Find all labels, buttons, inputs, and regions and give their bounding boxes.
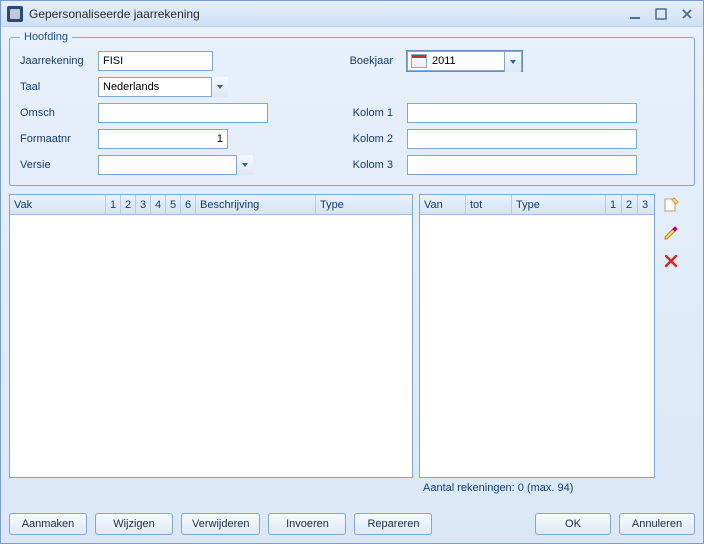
label-kolom2: Kolom 2 [353, 133, 399, 145]
formaatnr-input[interactable] [98, 129, 228, 149]
col-type[interactable]: Type [316, 195, 412, 214]
edit-icon[interactable] [662, 224, 680, 242]
col-5[interactable]: 5 [166, 195, 181, 214]
versie-combo[interactable] [98, 155, 253, 175]
omsch-input[interactable] [98, 103, 268, 123]
col-2[interactable]: 2 [121, 195, 136, 214]
label-kolom3: Kolom 3 [353, 159, 399, 171]
close-button[interactable] [679, 7, 695, 21]
jaarrekening-input[interactable] [98, 51, 213, 71]
col-van[interactable]: Van [420, 195, 466, 214]
kolom2-input[interactable] [407, 129, 637, 149]
label-jaarrekening: Jaarrekening [20, 55, 90, 67]
form-grid: Jaarrekening Boekjaar 2011 Taal [20, 51, 684, 175]
count-text: Aantal rekeningen: 0 (max. 94) [423, 482, 659, 494]
col-r1[interactable]: 1 [606, 195, 622, 214]
hoofding-group: Hoofding Jaarrekening Boekjaar 2011 Taal [9, 31, 695, 186]
label-omsch: Omsch [20, 107, 90, 119]
col-3[interactable]: 3 [136, 195, 151, 214]
col-r2[interactable]: 2 [622, 195, 638, 214]
label-kolom1: Kolom 1 [353, 107, 399, 119]
side-toolbar [661, 194, 681, 478]
new-icon[interactable] [662, 196, 680, 214]
client-area: Hoofding Jaarrekening Boekjaar 2011 Taal [9, 31, 695, 535]
chevron-down-icon[interactable] [504, 52, 521, 72]
minimize-button[interactable] [627, 7, 643, 21]
label-boekjaar: Boekjaar [350, 55, 399, 67]
invoeren-button[interactable]: Invoeren [268, 513, 346, 535]
chevron-down-icon[interactable] [236, 155, 253, 175]
chevron-down-icon[interactable] [211, 77, 228, 97]
delete-icon[interactable] [662, 252, 680, 270]
col-r3[interactable]: 3 [638, 195, 654, 214]
maximize-button[interactable] [653, 7, 669, 21]
hoofding-legend: Hoofding [20, 31, 72, 43]
grid-right-header: Van tot Type 1 2 3 [420, 195, 654, 215]
kolom3-input[interactable] [407, 155, 637, 175]
col-4[interactable]: 4 [151, 195, 166, 214]
grid-right-body[interactable] [420, 215, 654, 477]
col-tot[interactable]: tot [466, 195, 512, 214]
kolom1-input[interactable] [407, 103, 637, 123]
window-buttons [627, 7, 697, 21]
col-vak[interactable]: Vak [10, 195, 106, 214]
grid-left[interactable]: Vak 1 2 3 4 5 6 Beschrijving Type [9, 194, 413, 478]
grid-left-body[interactable] [10, 215, 412, 477]
col-1[interactable]: 1 [106, 195, 121, 214]
grid-right[interactable]: Van tot Type 1 2 3 [419, 194, 655, 478]
grid-left-header: Vak 1 2 3 4 5 6 Beschrijving Type [10, 195, 412, 215]
versie-input[interactable] [98, 155, 253, 175]
label-taal: Taal [20, 81, 90, 93]
annuleren-button[interactable]: Annuleren [619, 513, 695, 535]
boekjaar-picker[interactable]: 2011 [407, 51, 522, 71]
col-6[interactable]: 6 [181, 195, 196, 214]
wijzigen-button[interactable]: Wijzigen [95, 513, 173, 535]
taal-combo[interactable] [98, 77, 228, 97]
label-formaatnr: Formaatnr [20, 133, 90, 145]
label-versie: Versie [20, 159, 90, 171]
taal-input[interactable] [98, 77, 228, 97]
aanmaken-button[interactable]: Aanmaken [9, 513, 87, 535]
col-type-r[interactable]: Type [512, 195, 606, 214]
lists-row: Vak 1 2 3 4 5 6 Beschrijving Type Van to… [9, 194, 695, 478]
titlebar: Gepersonaliseerde jaarrekening [1, 1, 703, 27]
repareren-button[interactable]: Repareren [354, 513, 432, 535]
calendar-icon [411, 54, 427, 68]
verwijderen-button[interactable]: Verwijderen [181, 513, 260, 535]
ok-button[interactable]: OK [535, 513, 611, 535]
col-beschrijving[interactable]: Beschrijving [196, 195, 316, 214]
button-bar: Aanmaken Wijzigen Verwijderen Invoeren R… [9, 513, 695, 535]
app-window: Gepersonaliseerde jaarrekening Hoofding … [0, 0, 704, 544]
app-icon [7, 6, 23, 22]
window-title: Gepersonaliseerde jaarrekening [29, 7, 627, 21]
